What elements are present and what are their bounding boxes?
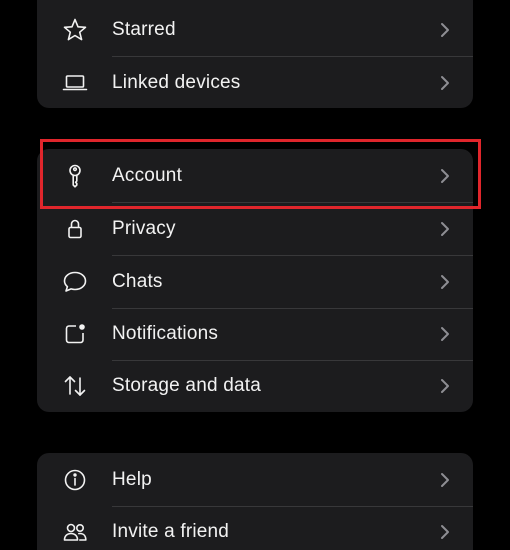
settings-row-label: Starred <box>112 19 176 40</box>
settings-row-help[interactable]: Help <box>37 454 473 506</box>
chevron-right-icon <box>441 23 449 37</box>
settings-row-label: Invite a friend <box>112 521 230 542</box>
laptop-icon <box>61 69 89 97</box>
star-icon <box>61 16 89 44</box>
key-icon <box>61 162 89 190</box>
chevron-right-icon <box>441 525 449 539</box>
settings-row-chats[interactable]: Chats <box>37 256 473 308</box>
chevron-right-icon <box>441 222 449 236</box>
chevron-right-icon <box>441 379 449 393</box>
settings-group-account: Account Privacy Chats Notifications Stor… <box>37 149 473 412</box>
settings-group-support: Help Invite a friend <box>37 453 473 550</box>
settings-row-notifications[interactable]: Notifications <box>37 308 473 360</box>
chat-bubble-icon <box>61 268 89 296</box>
people-icon <box>61 518 89 546</box>
settings-row-label: Storage and data <box>112 375 261 396</box>
chevron-right-icon <box>441 76 449 90</box>
settings-row-label: Chats <box>112 271 163 292</box>
settings-screen: Starred Linked devices Account Privacy C… <box>0 0 510 550</box>
info-icon <box>61 466 89 494</box>
settings-row-storage[interactable]: Storage and data <box>37 360 473 412</box>
settings-row-label: Privacy <box>112 218 176 239</box>
settings-row-linked-devices[interactable]: Linked devices <box>37 57 473 108</box>
settings-row-label: Linked devices <box>112 72 241 93</box>
chevron-right-icon <box>441 327 449 341</box>
settings-row-privacy[interactable]: Privacy <box>37 203 473 255</box>
arrows-up-down-icon <box>61 372 89 400</box>
settings-row-label: Notifications <box>112 323 219 344</box>
settings-row-label: Help <box>112 469 152 490</box>
settings-row-account[interactable]: Account <box>37 150 473 202</box>
settings-row-starred[interactable]: Starred <box>37 4 473 56</box>
settings-row-label: Account <box>112 165 183 186</box>
notification-badge-icon <box>61 320 89 348</box>
chevron-right-icon <box>441 473 449 487</box>
chevron-right-icon <box>441 169 449 183</box>
settings-group-general: Starred Linked devices <box>37 0 473 108</box>
settings-row-invite[interactable]: Invite a friend <box>37 506 473 550</box>
lock-icon <box>61 215 89 243</box>
chevron-right-icon <box>441 275 449 289</box>
